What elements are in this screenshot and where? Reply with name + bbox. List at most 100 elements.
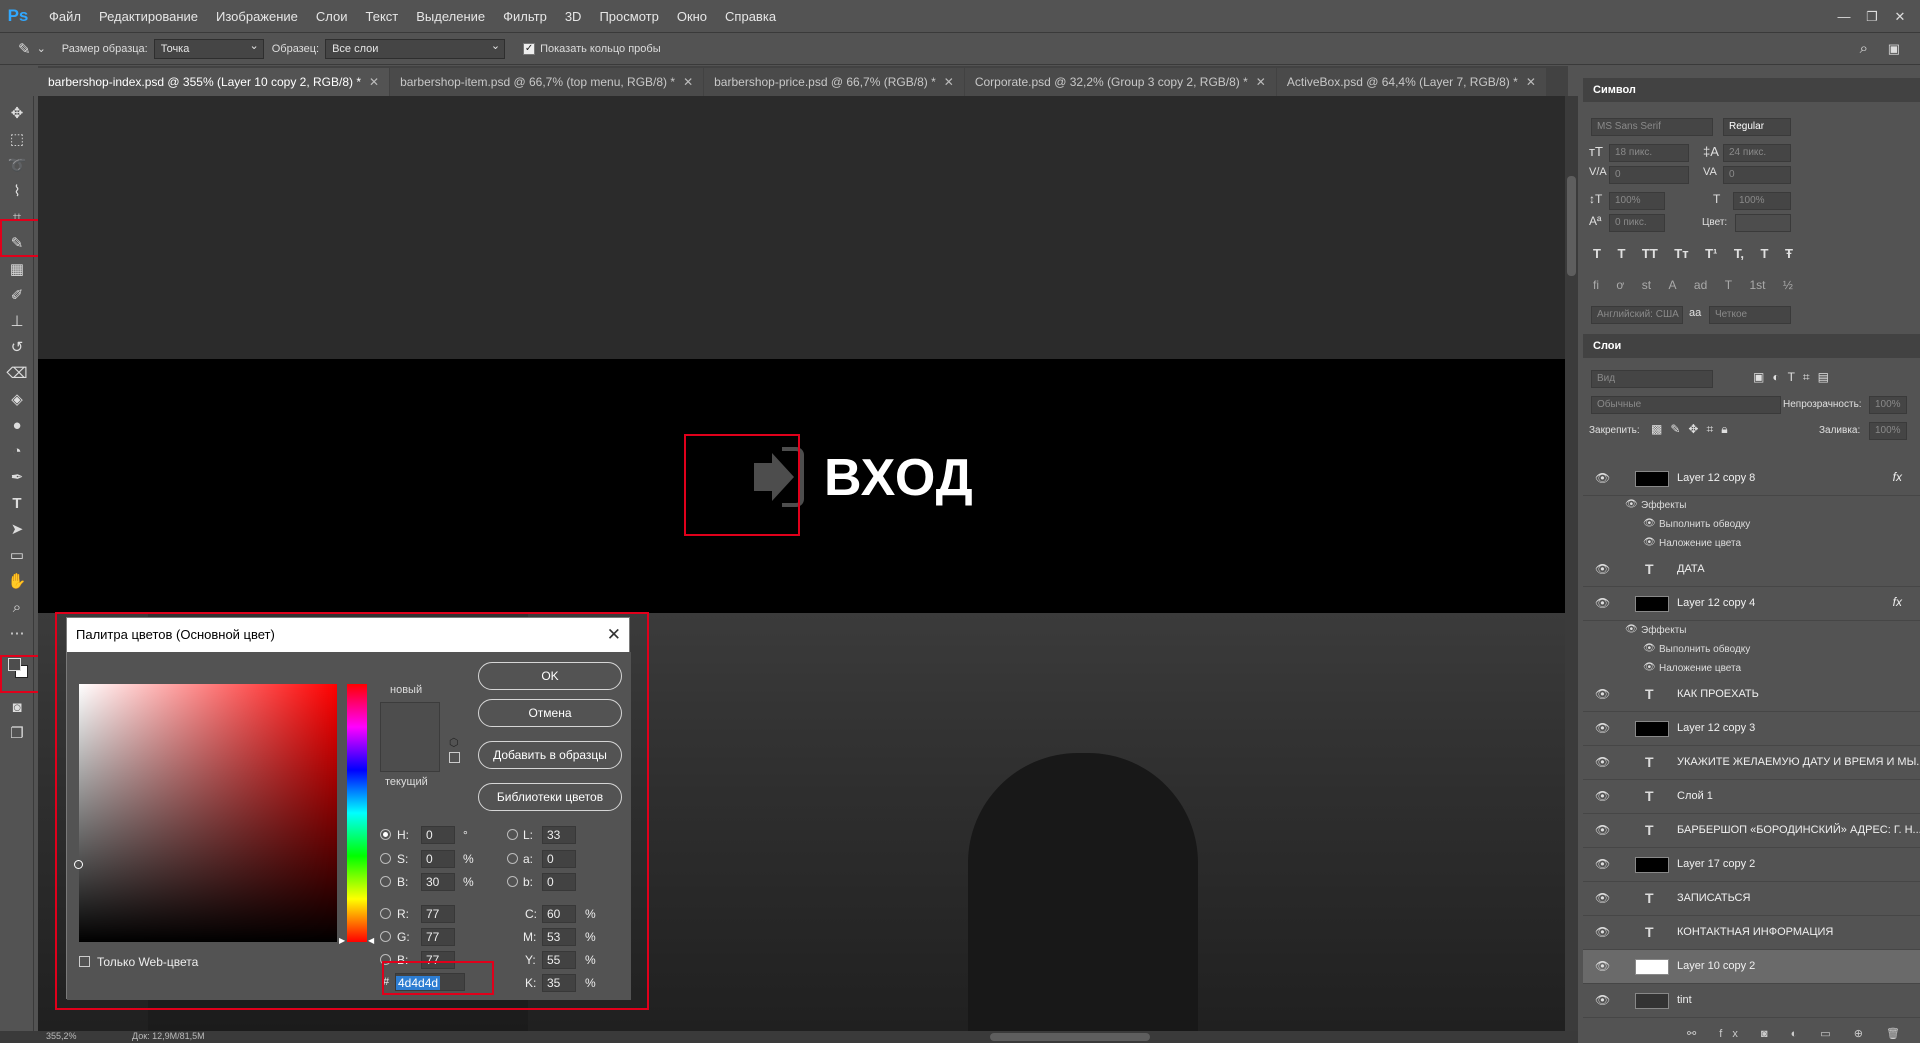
eye-icon[interactable]: 👁︎: [1643, 518, 1656, 529]
eye-icon[interactable]: 👁︎: [1595, 925, 1610, 939]
new-current-swatch[interactable]: [380, 702, 440, 772]
layer-row[interactable]: 👁︎ Layer 10 copy 2: [1583, 950, 1920, 984]
close-tab-icon[interactable]: ✕: [1526, 75, 1536, 89]
style-button[interactable]: Ŧ: [1785, 246, 1793, 261]
layer-row[interactable]: 👁︎ T БАРБЕРШОП «БОРОДИНСКИЙ» АДРЕС: Г. Н..…: [1583, 814, 1920, 848]
style-button[interactable]: T¹: [1705, 246, 1717, 261]
eye-icon[interactable]: 👁︎: [1595, 993, 1610, 1007]
baseline-field[interactable]: 0 пикс.: [1609, 214, 1665, 232]
eye-icon[interactable]: 👁︎: [1643, 537, 1656, 548]
vertical-scrollbar[interactable]: [1565, 96, 1578, 1031]
eye-icon[interactable]: 👁︎: [1595, 959, 1610, 973]
layer-row[interactable]: 👁︎ T КАК ПРОЕХАТЬ: [1583, 678, 1920, 712]
menu-item[interactable]: Изображение: [207, 0, 307, 33]
menu-item[interactable]: Файл: [40, 0, 90, 33]
search-icon[interactable]: ⌕: [1860, 40, 1868, 57]
opentype-button[interactable]: T: [1725, 278, 1732, 292]
blue-radio[interactable]: [380, 954, 391, 965]
restore-button[interactable]: ❐: [1858, 9, 1886, 25]
k-field[interactable]: 35: [542, 974, 576, 992]
document-tab[interactable]: barbershop-price.psd @ 66,7% (RGB/8) * ✕: [704, 68, 964, 96]
eye-icon[interactable]: 👁︎: [1595, 857, 1610, 871]
zoom-level[interactable]: 355,2%: [46, 1031, 77, 1041]
opentype-button[interactable]: 1st: [1749, 278, 1765, 292]
sample-select[interactable]: Все слои: [325, 37, 506, 59]
layer-filter-input[interactable]: Вид: [1591, 370, 1713, 388]
menu-item[interactable]: Текст: [357, 0, 408, 33]
font-family-select[interactable]: MS Sans Serif: [1591, 118, 1713, 136]
h-field[interactable]: 0: [421, 826, 455, 844]
document-tab[interactable]: barbershop-item.psd @ 66,7% (top menu, R…: [390, 68, 704, 96]
more-tools-icon[interactable]: ⋯: [6, 622, 28, 644]
style-button[interactable]: T: [1617, 246, 1625, 261]
eye-icon[interactable]: 👁︎: [1625, 624, 1638, 635]
menu-item[interactable]: Выделение: [407, 0, 494, 33]
close-icon[interactable]: ✕: [607, 618, 621, 652]
eraser-tool-icon[interactable]: ⌫: [6, 362, 28, 384]
text-color-swatch[interactable]: [1735, 214, 1791, 232]
language-select[interactable]: Английский: США: [1591, 306, 1683, 324]
h-radio[interactable]: [380, 829, 391, 840]
paint-bucket-icon[interactable]: ◈: [6, 388, 28, 410]
close-tab-icon[interactable]: ✕: [369, 75, 379, 89]
document-tab[interactable]: Corporate.psd @ 32,2% (Group 3 copy 2, R…: [964, 68, 1276, 96]
color-swatches-icon[interactable]: [6, 656, 30, 682]
scroll-thumb[interactable]: [1567, 176, 1576, 276]
stamp-tool-icon[interactable]: ⊥: [6, 310, 28, 332]
eye-icon[interactable]: 👁︎: [1595, 562, 1610, 576]
antialias-select[interactable]: Четкое: [1709, 306, 1791, 324]
layer-row[interactable]: 👁︎ Layer 17 copy 2: [1583, 848, 1920, 882]
hue-slider-arrow-right[interactable]: ◀: [368, 936, 374, 945]
color-overlay-row[interactable]: 👁︎ Наложение цвета: [1583, 534, 1920, 554]
quick-mask-icon[interactable]: ◙: [6, 696, 28, 718]
layers-panel-title[interactable]: Слои: [1583, 334, 1920, 358]
eye-icon[interactable]: 👁︎: [1595, 687, 1610, 701]
style-button[interactable]: TT: [1642, 246, 1658, 261]
leading-field[interactable]: 24 пикс.: [1723, 144, 1791, 162]
out-of-gamut-icon[interactable]: ⬡: [449, 736, 459, 749]
l-radio[interactable]: [507, 829, 518, 840]
ok-button[interactable]: OK: [478, 662, 622, 690]
dodge-tool-icon[interactable]: ◔: [6, 440, 28, 462]
path-select-icon[interactable]: ➤: [6, 518, 28, 540]
style-button[interactable]: Tт: [1674, 246, 1688, 261]
eyedropper-tool-icon[interactable]: ✎: [6, 232, 28, 254]
r-radio[interactable]: [380, 908, 391, 919]
layer-row[interactable]: 👁︎ tint: [1583, 984, 1920, 1018]
layer-row[interactable]: 👁︎ Layer 12 copy 3: [1583, 712, 1920, 746]
menu-item[interactable]: Редактирование: [90, 0, 207, 33]
character-panel-title[interactable]: Символ: [1583, 78, 1920, 102]
fill-field[interactable]: 100%: [1869, 422, 1907, 440]
eyedropper-preset-icon[interactable]: ✎: [18, 40, 31, 58]
blur-tool-icon[interactable]: ●: [6, 414, 28, 436]
type-tool-icon[interactable]: T: [6, 492, 28, 514]
opacity-field[interactable]: 100%: [1869, 396, 1907, 414]
menu-item[interactable]: 3D: [556, 0, 591, 33]
layer-row[interactable]: 👁︎ T Слой 1: [1583, 780, 1920, 814]
brush-tool-icon[interactable]: ✐: [6, 284, 28, 306]
eye-icon[interactable]: 👁︎: [1595, 596, 1610, 610]
document-tab[interactable]: ActiveBox.psd @ 64,4% (Layer 7, RGB/8) *…: [1276, 68, 1546, 96]
close-window-button[interactable]: ✕: [1886, 9, 1914, 25]
eye-icon[interactable]: 👁︎: [1595, 755, 1610, 769]
layer-row[interactable]: 👁︎ T ДАТА: [1583, 553, 1920, 587]
hand-tool-icon[interactable]: ✋: [6, 570, 28, 592]
quick-selection-tool-icon[interactable]: ⌇: [6, 180, 28, 202]
close-tab-icon[interactable]: ✕: [1256, 75, 1266, 89]
show-ring-checkbox[interactable]: ✓: [523, 42, 536, 55]
layer-row[interactable]: 👁︎ T ЗАПИСАТЬСЯ: [1583, 882, 1920, 916]
hscale-field[interactable]: 100%: [1733, 192, 1791, 210]
color-cursor[interactable]: [74, 860, 83, 869]
l-field[interactable]: 33: [542, 826, 576, 844]
marquee-tool-icon[interactable]: ⬚: [6, 128, 28, 150]
s-radio[interactable]: [380, 853, 391, 864]
eye-icon[interactable]: 👁︎: [1643, 643, 1656, 654]
cancel-button[interactable]: Отмена: [478, 699, 622, 727]
opentype-button[interactable]: st: [1642, 278, 1651, 292]
style-button[interactable]: T,: [1734, 246, 1744, 261]
rectangle-tool-icon[interactable]: ▭: [6, 544, 28, 566]
hex-field[interactable]: 4d4d4d: [395, 973, 465, 991]
eye-icon[interactable]: 👁︎: [1595, 471, 1610, 485]
menu-item[interactable]: Просмотр: [590, 0, 667, 33]
layer-filter-icons[interactable]: ▣◐T⌗▤: [1753, 370, 1837, 385]
